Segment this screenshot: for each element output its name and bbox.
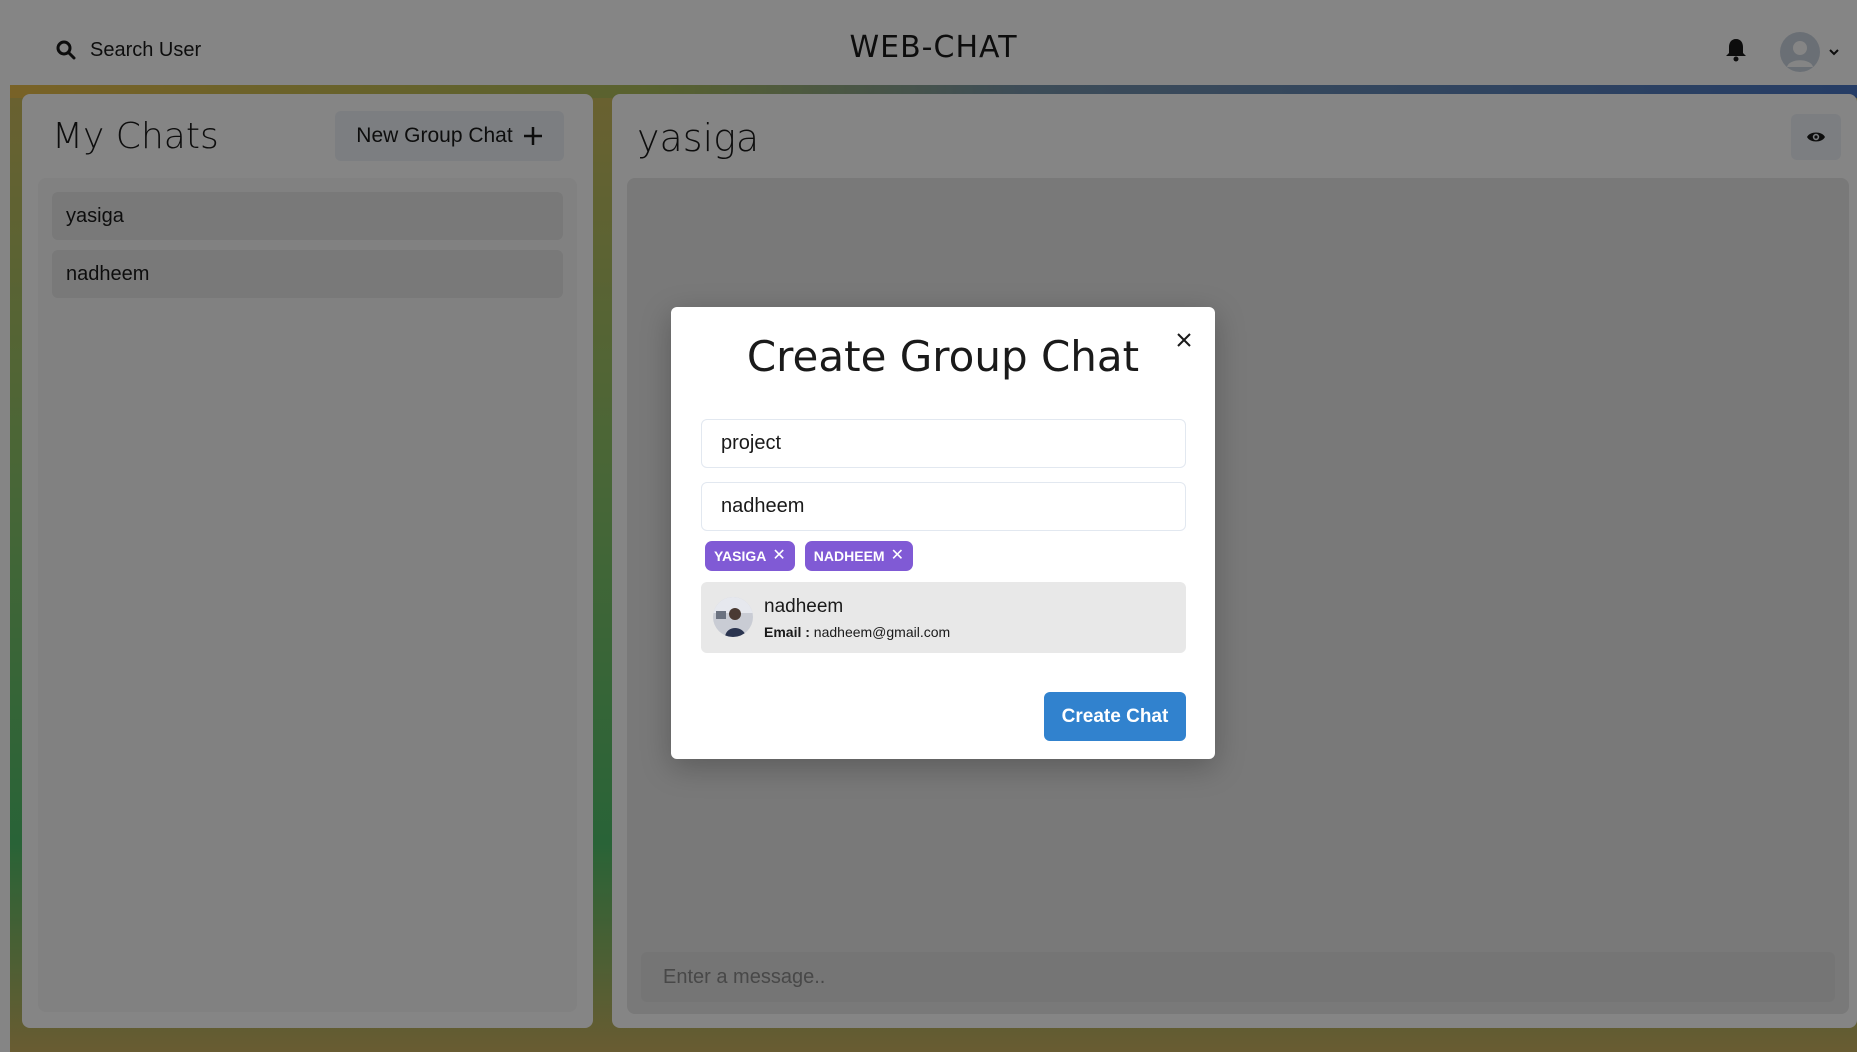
modal-title: Create Group Chat: [746, 332, 1140, 381]
email-label: Email :: [764, 624, 810, 640]
close-button[interactable]: [1168, 324, 1200, 356]
remove-user-icon[interactable]: ✕: [772, 548, 785, 564]
chat-name-input[interactable]: [701, 419, 1186, 468]
user-search-result[interactable]: nadheem Email : nadheem@gmail.com: [701, 582, 1186, 653]
email-value: nadheem@gmail.com: [813, 624, 951, 640]
close-icon: [1177, 333, 1191, 347]
create-chat-button[interactable]: Create Chat: [1044, 692, 1186, 741]
add-users-input[interactable]: [701, 482, 1186, 531]
user-badge: NADHEEM ✕: [804, 541, 913, 571]
user-badge: YASIGA ✕: [705, 541, 795, 571]
user-badge-label: YASIGA: [714, 548, 767, 564]
result-user-name: nadheem: [764, 596, 844, 617]
selected-users: YASIGA ✕ NADHEEM ✕: [705, 541, 913, 571]
remove-user-icon[interactable]: ✕: [891, 548, 904, 564]
result-user-email: Email : nadheem@gmail.com: [764, 624, 950, 640]
create-group-chat-modal: Create Group Chat YASIGA ✕ NADHEEM ✕ n: [671, 307, 1215, 759]
user-badge-label: NADHEEM: [813, 548, 885, 564]
avatar: [713, 597, 753, 637]
